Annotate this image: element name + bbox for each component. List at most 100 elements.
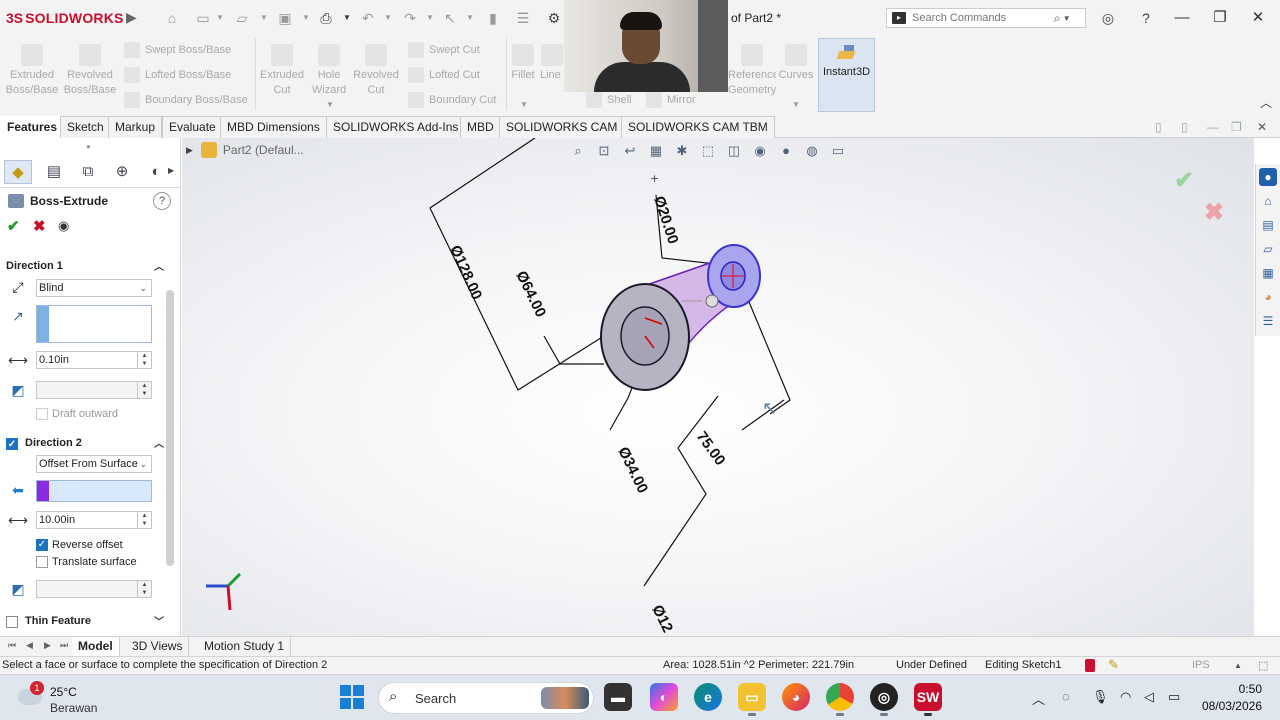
minimize-window-icon[interactable]: —: [1170, 6, 1194, 30]
home-icon[interactable]: ⌂: [163, 9, 181, 27]
view-palette-icon[interactable]: ▦: [1259, 264, 1277, 282]
cancel-x-icon[interactable]: ✖: [33, 217, 46, 235]
next-tab-icon[interactable]: ▶: [44, 640, 51, 651]
collapse-chevron-icon[interactable]: ︿: [154, 435, 164, 450]
fillet-dropdown-icon[interactable]: ▼: [520, 100, 528, 109]
graphics-area[interactable]: ▶ Part2 (Defaul... ⌕ ⊡ ↩ ▦ ✱ ⬚ ◫ ◉ ● ◍ ▭…: [182, 138, 1254, 636]
select-arrow-icon[interactable]: ↖: [441, 9, 459, 27]
appearances-icon[interactable]: ◕: [1259, 288, 1277, 306]
start-button[interactable]: [340, 685, 364, 709]
direction1-section-header[interactable]: Direction 1 ︿: [0, 258, 168, 276]
hole-dropdown-icon[interactable]: ▼: [326, 100, 334, 109]
doc-minimize-icon[interactable]: —: [1207, 120, 1219, 134]
rebuild-icon[interactable]: ▮: [484, 9, 502, 27]
search-commands-box[interactable]: ▸ ⌕ ▼: [886, 8, 1086, 28]
extruded-cut-button[interactable]: Extruded Cut: [256, 38, 308, 98]
extruded-boss-button[interactable]: Extruded Boss/Base: [4, 38, 60, 98]
help-icon[interactable]: ?: [153, 192, 171, 210]
expand-chevron-icon[interactable]: ﹀: [154, 613, 164, 628]
volume-icon[interactable]: ◁: [1144, 689, 1154, 705]
select-dropdown-icon[interactable]: ▼: [466, 13, 474, 22]
restore-window-icon[interactable]: ❐: [1208, 6, 1232, 30]
tab-model[interactable]: Model: [72, 637, 120, 656]
property-manager-tab-icon[interactable]: ▤: [40, 160, 68, 184]
direction2-section-header[interactable]: ✓ Direction 2 ︿: [0, 435, 168, 453]
quick-tips-icon[interactable]: ✎: [1108, 657, 1119, 673]
direction1-selection-box[interactable]: [36, 305, 152, 343]
file-explorer-icon[interactable]: ▱: [1259, 240, 1277, 258]
redo-icon[interactable]: ↷: [401, 9, 419, 27]
weather-widget[interactable]: 1 25°C Berawan: [18, 681, 108, 715]
panel-grip-dot[interactable]: ●: [86, 142, 91, 151]
doc-close-icon[interactable]: ✕: [1257, 120, 1267, 134]
mirror-button[interactable]: Mirror: [646, 92, 696, 108]
save-icon[interactable]: ▣: [276, 9, 294, 27]
undo-dropdown-icon[interactable]: ▼: [384, 13, 392, 22]
tab-3d-views[interactable]: 3D Views: [126, 637, 190, 656]
panel-scrollbar[interactable]: [166, 290, 174, 566]
rebuild-indicator-icon[interactable]: [1085, 659, 1095, 672]
help-icon[interactable]: ?: [1137, 9, 1155, 27]
custom-properties-icon[interactable]: ☰: [1259, 312, 1277, 330]
customize-icon[interactable]: ⬚: [1258, 659, 1268, 672]
tab-motion-study-1[interactable]: Motion Study 1: [198, 637, 292, 656]
print-dropdown-icon[interactable]: ▼: [343, 13, 351, 22]
curves-button[interactable]: Curves: [776, 38, 816, 83]
undo-icon[interactable]: ↶: [359, 9, 377, 27]
thin-feature-section-header[interactable]: Thin Feature ﹀: [0, 613, 168, 631]
dimension-text-20[interactable]: Ø20.00: [650, 194, 681, 246]
tab-solidworks-add-ins[interactable]: SOLIDWORKS Add-Ins: [326, 116, 466, 138]
ok-check-icon[interactable]: ✔: [7, 217, 20, 235]
last-tab-icon[interactable]: ⏭: [60, 640, 68, 651]
new-document-icon[interactable]: ▭: [194, 9, 212, 27]
feature-manager-tab-icon[interactable]: ◆: [4, 160, 32, 184]
tab-sketch[interactable]: Sketch: [60, 116, 111, 138]
close-window-icon[interactable]: ✕: [1246, 6, 1270, 30]
microphone-icon[interactable]: 🎙: [1092, 689, 1109, 705]
direction2-offset-input[interactable]: 10.00in ▲ ▼: [36, 511, 152, 529]
lofted-cut-button[interactable]: Lofted Cut: [408, 67, 480, 83]
dimension-text-12[interactable]: Ø12: [648, 602, 676, 635]
previous-tab-icon[interactable]: ◀: [26, 640, 33, 651]
edge-app-icon[interactable]: e: [694, 683, 722, 711]
clock[interactable]: 0:50 08/03/2026: [1202, 681, 1262, 715]
folder-app-icon[interactable]: ▭: [738, 683, 766, 716]
direction2-end-condition-select[interactable]: Offset From Surface ⌄: [36, 455, 152, 473]
swept-boss-button[interactable]: Swept Boss/Base: [124, 42, 231, 58]
app-tray-icon[interactable]: ◌: [1062, 689, 1070, 704]
save-dropdown-icon[interactable]: ▼: [302, 13, 310, 22]
firefox-app-icon[interactable]: ◕: [782, 683, 810, 711]
draft-angle-input[interactable]: ▲ ▼: [36, 381, 152, 399]
solidworks-app-icon[interactable]: SW: [914, 683, 942, 716]
draft-icon[interactable]: ◩: [8, 380, 28, 400]
print-icon[interactable]: ⎙: [317, 9, 335, 27]
unit-system[interactable]: IPS: [1192, 659, 1210, 671]
obs-app-icon[interactable]: ◎: [870, 683, 898, 716]
chrome-app-icon[interactable]: [826, 683, 854, 716]
lofted-boss-button[interactable]: Lofted Boss/Base: [124, 67, 231, 83]
options-gear-icon[interactable]: ⚙: [545, 9, 563, 27]
collapse-ribbon-icon[interactable]: ︿: [1260, 94, 1272, 111]
first-tab-icon[interactable]: ⏮: [8, 640, 16, 651]
redo-dropdown-icon[interactable]: ▼: [426, 13, 434, 22]
model-viewport[interactable]: ↖ + Ø128.00 Ø64.00 Ø20.00 Ø34.00 75.00 Ø…: [182, 138, 1254, 636]
dimension-text-34[interactable]: Ø34.00: [614, 444, 651, 496]
depth-spinner[interactable]: ▲ ▼: [137, 352, 151, 368]
user-account-icon[interactable]: ◎: [1099, 9, 1117, 27]
tab-solidworks-cam-tbm[interactable]: SOLIDWORKS CAM TBM: [621, 116, 775, 138]
revolved-boss-button[interactable]: Revolved Boss/Base: [62, 38, 118, 98]
direction2-draft-input[interactable]: ▲ ▼: [36, 580, 152, 598]
wifi-icon[interactable]: ◠: [1120, 689, 1131, 705]
solidworks-logo[interactable]: 3S SOLIDWORKS: [6, 8, 124, 28]
battery-icon[interactable]: ▭: [1168, 689, 1180, 705]
reverse-offset-box[interactable]: ✓: [36, 539, 48, 551]
search-icon[interactable]: ⌕: [1054, 11, 1061, 26]
detailed-preview-eye-icon[interactable]: ◉: [58, 218, 74, 233]
open-folder-icon[interactable]: ▱: [233, 9, 251, 27]
reference-geometry-button[interactable]: Reference Geometry: [728, 38, 776, 98]
reverse-direction-icon[interactable]: ⤢: [8, 277, 28, 297]
dimension-text-128[interactable]: Ø128.00: [446, 243, 485, 302]
boundary-boss-button[interactable]: Boundary Boss/Base: [124, 92, 248, 108]
home-icon[interactable]: ⌂: [1259, 192, 1277, 210]
new-dropdown-icon[interactable]: ▼: [216, 13, 224, 22]
